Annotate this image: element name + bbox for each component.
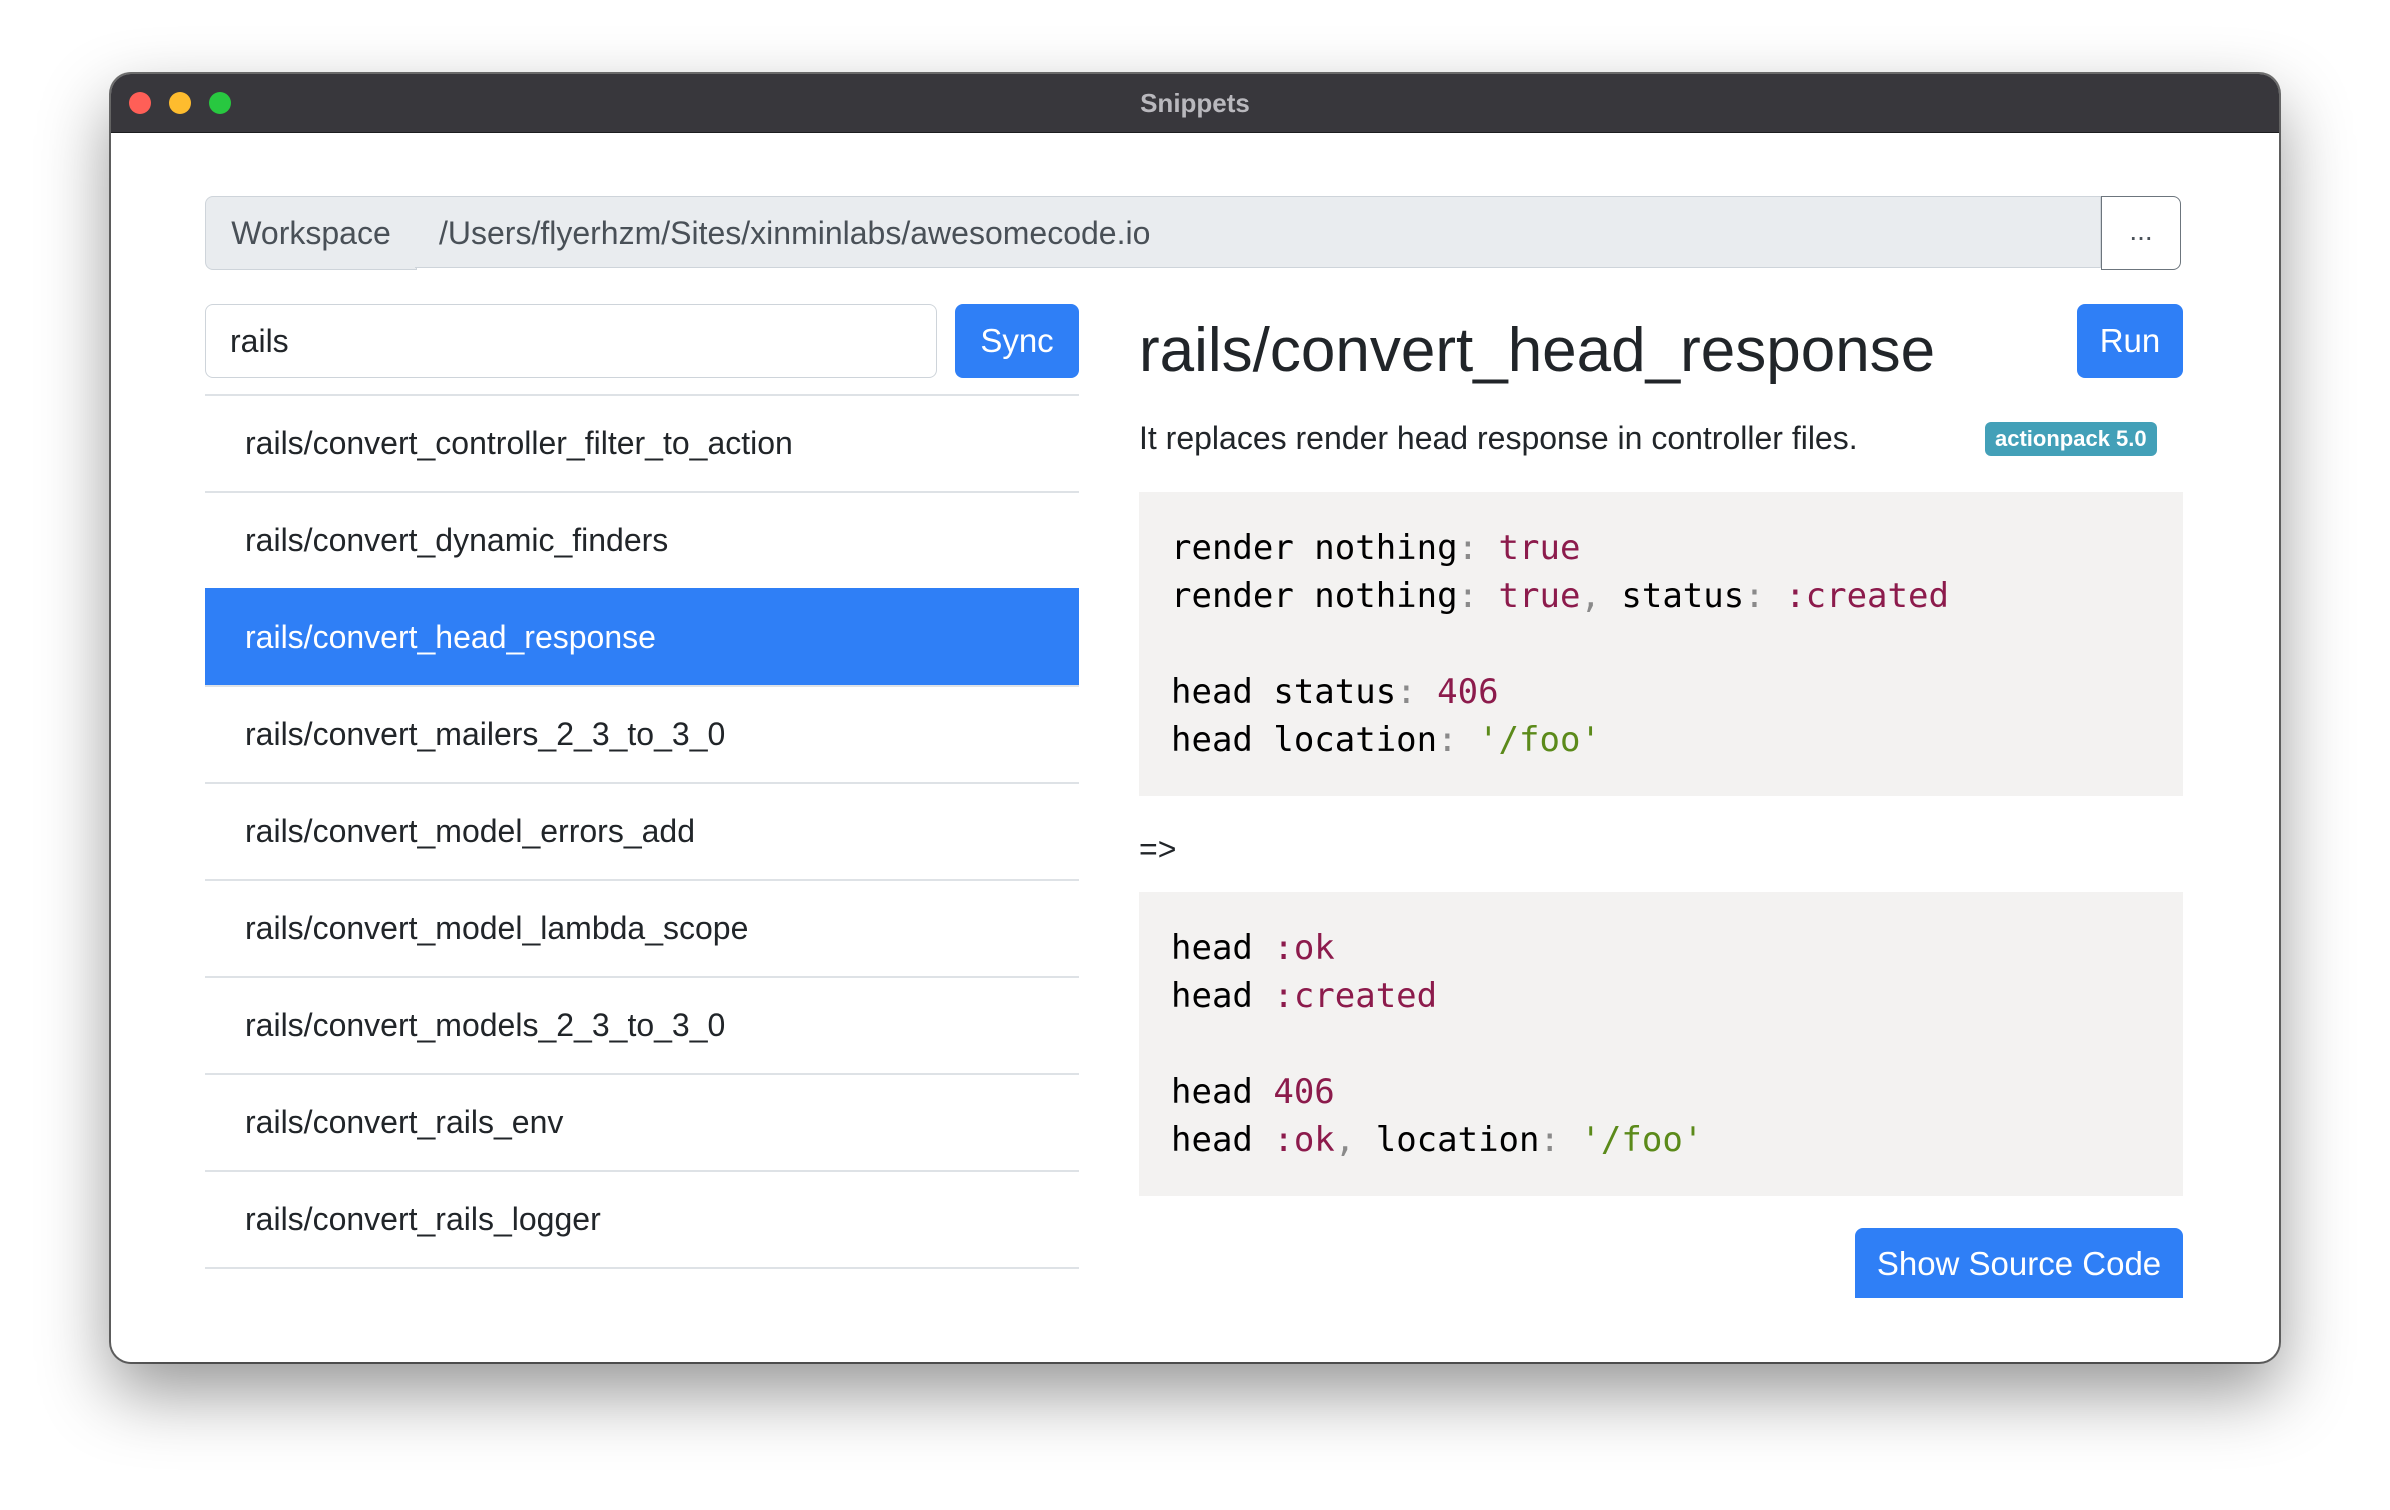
code-line: head :created (1171, 972, 2151, 1020)
snippet-list-item[interactable]: rails/convert_mailers_2_3_to_3_0 (205, 685, 1079, 782)
code-token: head (1171, 928, 1274, 968)
workspace-bar: Workspace /Users/flyerhzm/Sites/xinminla… (205, 196, 2181, 270)
code-token: location (1355, 1120, 1540, 1160)
code-token: '/foo' (1457, 720, 1601, 760)
snippet-list: rails/convert_controller_filter_to_actio… (205, 394, 1079, 1269)
code-token: render nothing (1171, 576, 1458, 616)
workspace-path-field: /Users/flyerhzm/Sites/xinminlabs/awesome… (415, 196, 2101, 268)
code-token: :ok (1273, 928, 1335, 968)
code-before-block: render nothing: true render nothing: tru… (1139, 492, 2183, 796)
transform-arrow: => (1139, 831, 1177, 867)
snippet-list-item[interactable]: rails/convert_dynamic_finders (205, 491, 1079, 588)
code-token: , (1334, 1120, 1356, 1160)
code-line: head 406 (1171, 1068, 2151, 1116)
code-token: :created (1273, 976, 1438, 1016)
code-line: head location: '/foo' (1171, 716, 2151, 764)
run-button[interactable]: Run (2077, 304, 2183, 378)
app-window: Snippets Workspace /Users/flyerhzm/Sites… (111, 74, 2279, 1362)
code-line: head :ok (1171, 924, 2151, 972)
code-token: :ok (1273, 1120, 1335, 1160)
version-badge: actionpack 5.0 (1985, 422, 2157, 456)
workspace-label: Workspace (205, 196, 417, 270)
code-token: : (1744, 576, 1765, 616)
code-token: 406 (1416, 672, 1499, 712)
snippet-list-item[interactable]: rails/convert_controller_filter_to_actio… (205, 394, 1079, 491)
snippet-list-item[interactable]: rails/convert_model_errors_add (205, 782, 1079, 879)
snippet-list-item[interactable]: rails/convert_rails_env (205, 1073, 1079, 1170)
code-token: head (1171, 1072, 1274, 1112)
code-line: render nothing: true, status: :created (1171, 572, 2151, 620)
snippet-list-item[interactable]: rails/convert_model_lambda_scope (205, 879, 1079, 976)
code-token: : (1437, 720, 1458, 760)
code-token: : (1396, 672, 1417, 712)
snippet-description: It replaces render head response in cont… (1139, 420, 1858, 456)
code-token: :created (1764, 576, 1949, 616)
code-token: '/foo' (1559, 1120, 1704, 1160)
snippet-title: rails/convert_head_response (1139, 316, 1936, 385)
snippet-list-item[interactable]: rails/convert_rails_logger (205, 1170, 1079, 1269)
code-token: render nothing (1171, 528, 1458, 568)
code-after-block: head :ok head :created head 406 head :ok… (1139, 892, 2183, 1196)
code-token: , (1580, 576, 1601, 616)
code-token: head (1171, 1120, 1274, 1160)
code-line: render nothing: true (1171, 524, 2151, 572)
snippet-list-item-selected[interactable]: rails/convert_head_response (205, 588, 1079, 685)
code-line: head :ok, location: '/foo' (1171, 1116, 2151, 1164)
code-token: status (1600, 576, 1745, 616)
code-token: head location (1171, 720, 1438, 760)
code-token: : (1539, 1120, 1560, 1160)
sync-button[interactable]: Sync (955, 304, 1079, 378)
browse-workspace-button[interactable]: ... (2101, 196, 2181, 270)
snippet-list-item[interactable]: rails/convert_models_2_3_to_3_0 (205, 976, 1079, 1073)
code-line: head status: 406 (1171, 668, 2151, 716)
code-token: head (1171, 976, 1274, 1016)
code-token: 406 (1273, 1072, 1335, 1112)
show-source-code-button[interactable]: Show Source Code (1855, 1228, 2183, 1298)
main-content: Workspace /Users/flyerhzm/Sites/xinminla… (111, 132, 2279, 1362)
search-input[interactable] (205, 304, 937, 378)
code-token: true (1478, 528, 1581, 568)
code-token: head status (1171, 672, 1397, 712)
code-token: true (1478, 576, 1581, 616)
title-bar[interactable]: Snippets (111, 74, 2279, 133)
code-token: : (1457, 576, 1479, 616)
window-title: Snippets (1140, 88, 1250, 118)
code-token: : (1457, 528, 1479, 568)
